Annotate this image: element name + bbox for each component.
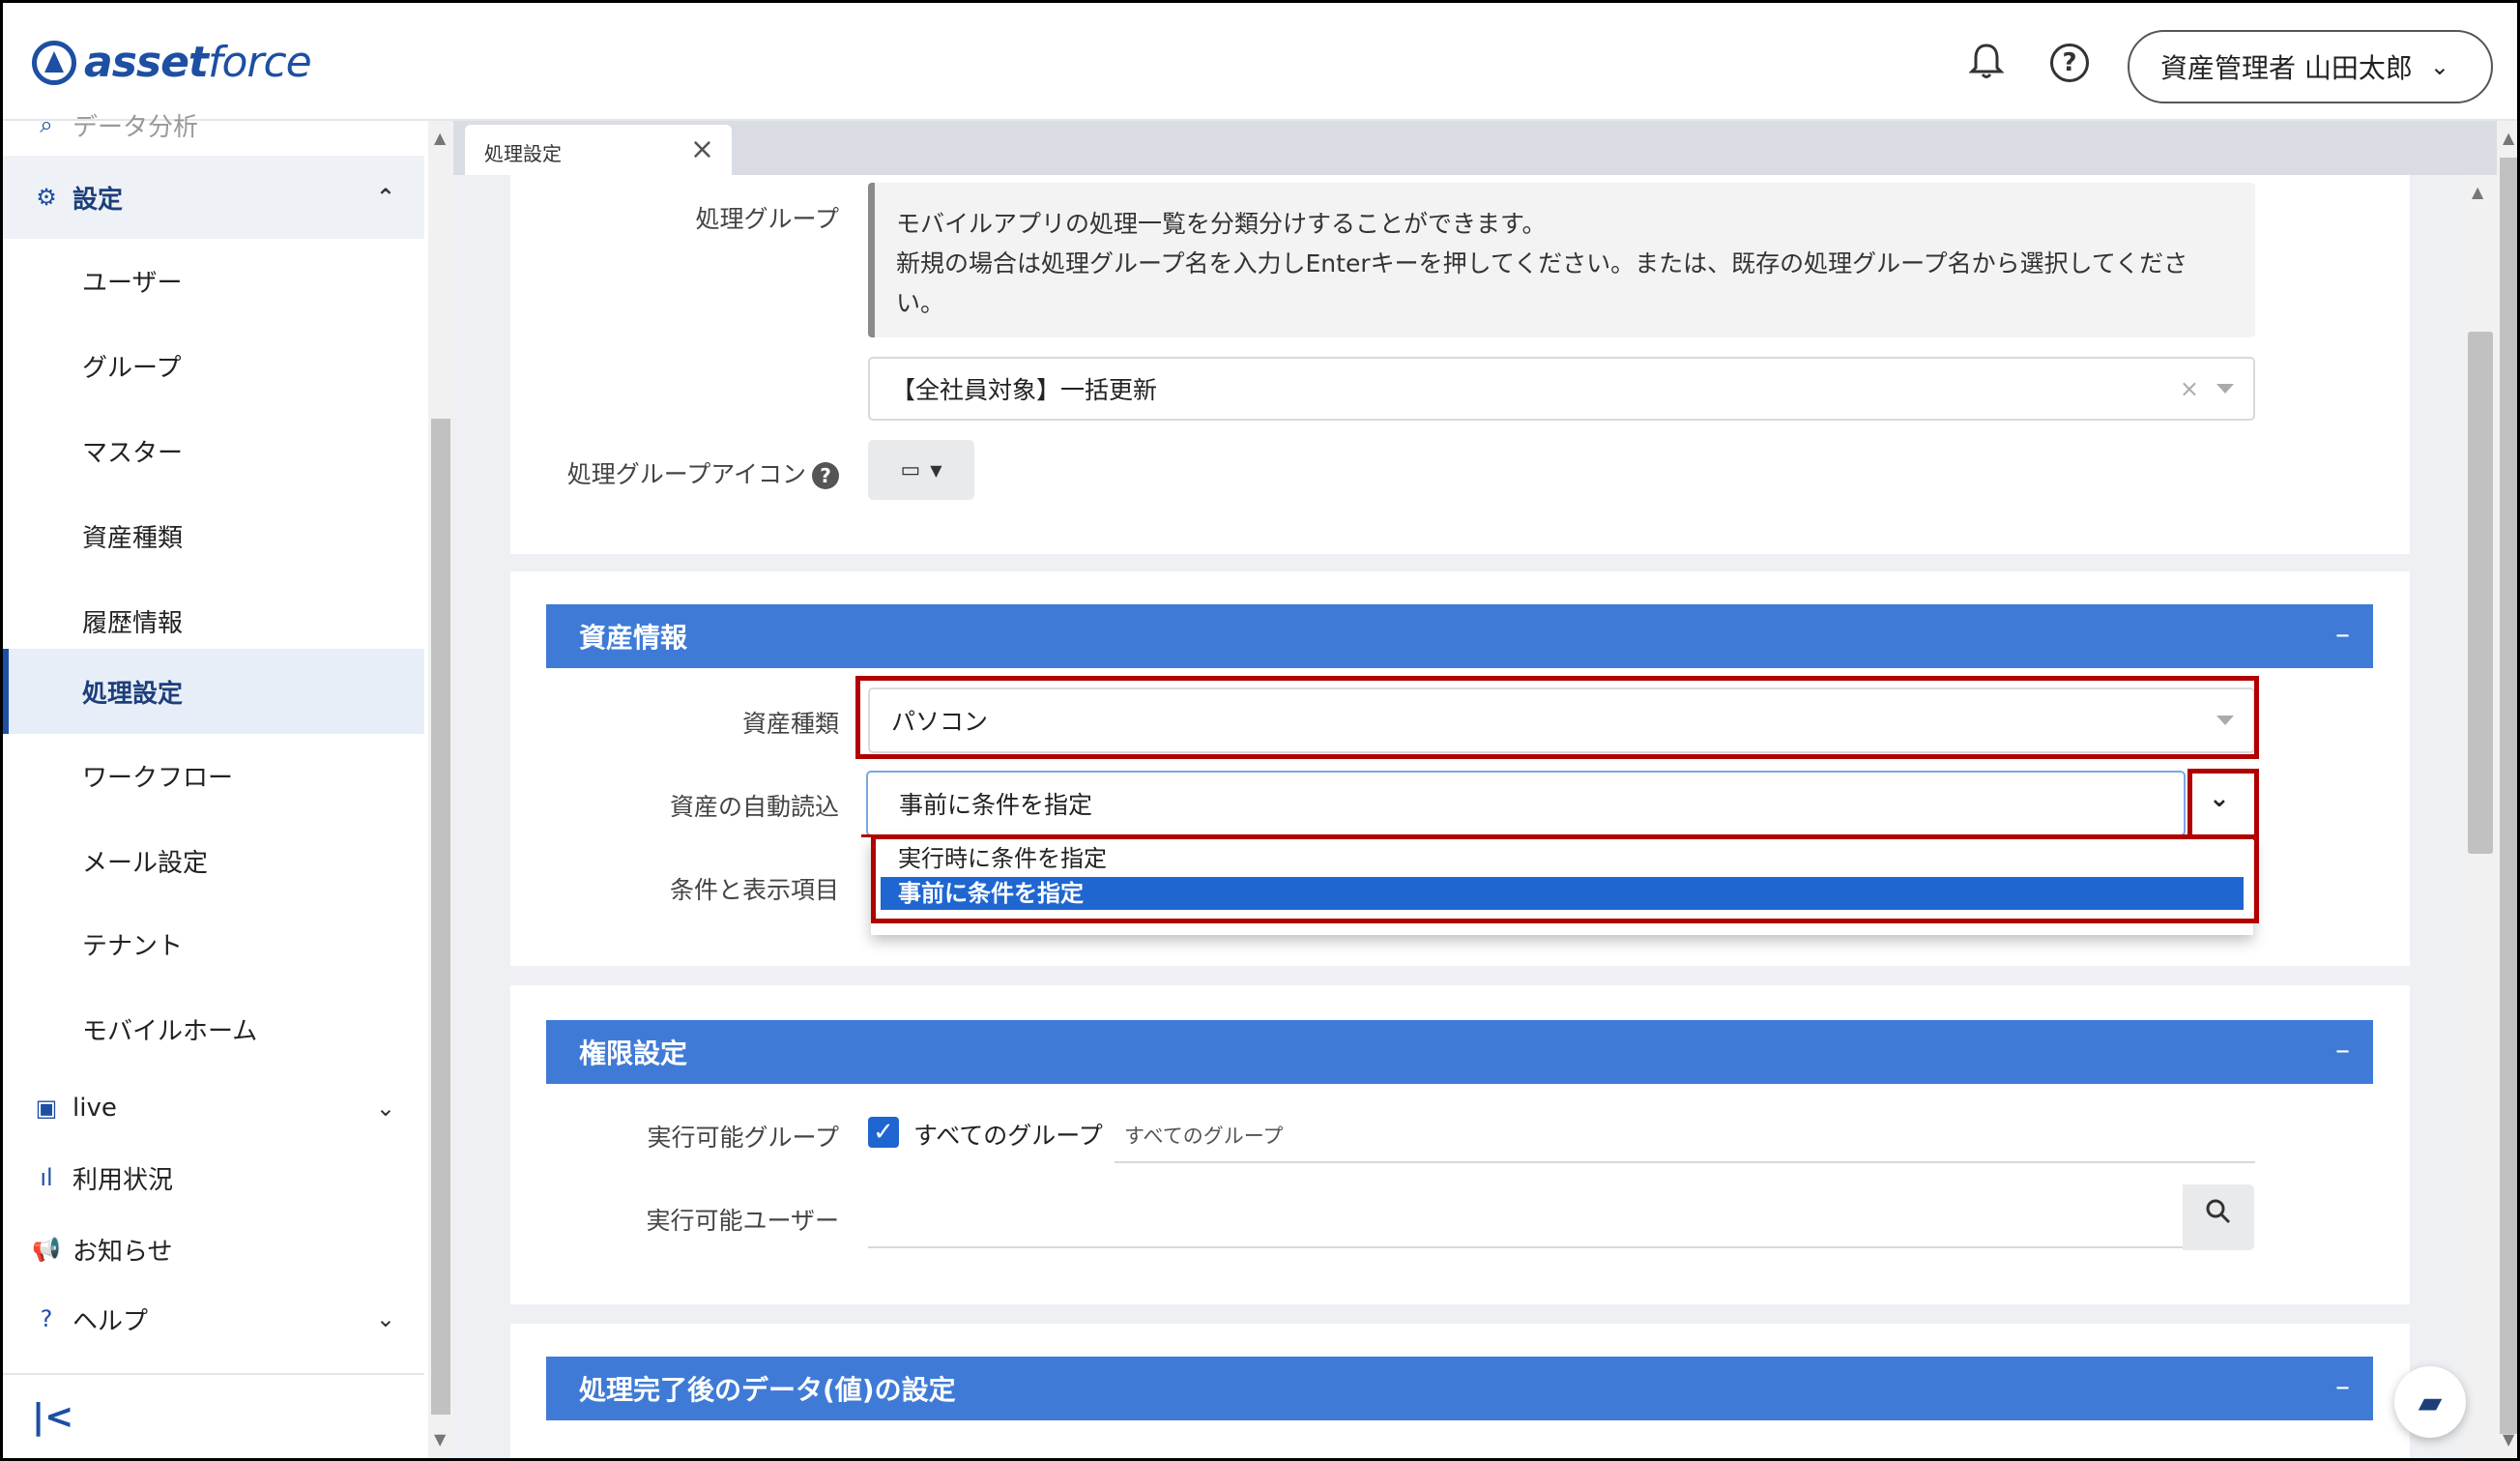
monitor-icon: ▭ (900, 457, 921, 482)
user-search-button[interactable] (2183, 1184, 2254, 1250)
after-processing-header[interactable]: 処理完了後のデータ(値)の設定 – (546, 1357, 2373, 1420)
clear-icon[interactable]: × (2180, 375, 2199, 402)
group-select[interactable]: 【全社員対象】一括更新 × (868, 357, 2255, 421)
top-header: assetforce ? 資産管理者 山田太郎 ⌄ (3, 3, 2517, 121)
user-field-underline[interactable] (868, 1246, 2183, 1248)
group-icon-label: 処理グループアイコン? (525, 455, 839, 490)
conditions-label: 条件と表示項目 (669, 876, 839, 904)
chevron-up-icon: ⌃ (375, 184, 395, 211)
sidebar-scroll-thumb[interactable] (431, 419, 450, 1415)
group-label: 処理グループ (695, 205, 839, 233)
exec-user-label: 実行可能ユーザー (646, 1207, 839, 1235)
chat-bubble-icon: ▰ (2418, 1384, 2443, 1420)
exec-group-label: 実行可能グループ (647, 1124, 839, 1152)
group-info-box: モバイルアプリの処理一覧を分類分けすることができます。 新規の場合は処理グループ… (868, 183, 2255, 337)
sidebar: ⌕ データ分析 ⚙ 設定 ⌃ ユーザー グループ マスター 資産種類 履歴情報 … (3, 111, 428, 1458)
asset-info-header[interactable]: 資産情報 – (546, 604, 2373, 668)
group-field-underline (1115, 1161, 2255, 1163)
sidebar-item-notices[interactable]: 📢 お知らせ (3, 1215, 424, 1283)
group-icon-picker[interactable]: ▭ ▼ (868, 440, 974, 500)
logo-text: assetforce (84, 38, 312, 87)
highlight-options (871, 834, 2259, 923)
search-chart-icon: ⌕ (40, 111, 53, 138)
auto-read-label: 資産の自動読込 (669, 793, 839, 821)
sidebar-item-workflow[interactable]: ワークフロー (3, 734, 424, 817)
scroll-up-arrow-icon[interactable]: ▲ (434, 129, 446, 147)
all-groups-check-label: すべてのグループ (913, 1122, 1103, 1150)
chevron-down-icon: ⌄ (375, 1305, 395, 1332)
scroll-up-arrow-icon[interactable]: ▲ (2472, 183, 2483, 201)
highlight-asset-type (855, 676, 2259, 759)
sidebar-divider (3, 1373, 424, 1375)
close-tab-icon[interactable]: × (690, 132, 714, 166)
bar-chart-icon: ıl (40, 1164, 53, 1191)
sidebar-item-data-analysis[interactable]: ⌕ データ分析 (3, 107, 424, 142)
sidebar-item-asset-types[interactable]: 資産種類 (3, 494, 424, 577)
bell-icon[interactable] (1965, 42, 2008, 84)
search-icon (2206, 1199, 2231, 1224)
all-groups-tag: すべてのグループ (1124, 1125, 1284, 1148)
megaphone-icon: 📢 (32, 1236, 61, 1263)
sidebar-item-settings[interactable]: ⚙ 設定 ⌃ (3, 156, 424, 239)
chevron-down-icon: ⌄ (375, 1095, 395, 1122)
gear-icon: ⚙ (36, 184, 57, 211)
user-name: 資産管理者 山田太郎 (2160, 52, 2413, 84)
sidebar-item-process-settings[interactable]: 処理設定 (3, 649, 424, 734)
question-circle-icon[interactable]: ? (812, 462, 839, 489)
sidebar-item-live[interactable]: ▣ live ⌄ (3, 1074, 424, 1142)
collapse-icon[interactable]: – (2335, 618, 2350, 652)
caret-down-icon (2216, 384, 2234, 394)
chevron-down-icon[interactable]: ⌄ (2209, 784, 2230, 813)
tab-process-settings[interactable]: 処理設定 × (465, 125, 732, 179)
assetforce-logo[interactable]: assetforce (32, 38, 312, 87)
permissions-header[interactable]: 権限設定 – (546, 1020, 2373, 1084)
collapse-icon[interactable]: – (2335, 1370, 2350, 1404)
help-circle-icon[interactable]: ? (2050, 44, 2089, 82)
auto-read-select[interactable]: 事前に条件を指定 (866, 771, 2186, 836)
asset-type-label: 資産種類 (741, 710, 839, 738)
sidebar-item-mobile-home[interactable]: モバイルホーム (3, 987, 424, 1070)
collapse-icon[interactable]: – (2335, 1034, 2350, 1067)
app-window: assetforce ? 資産管理者 山田太郎 ⌄ ⌕ データ分析 ⚙ 設定 ⌃… (0, 0, 2520, 1461)
collapse-sidebar-icon[interactable]: |< (32, 1397, 73, 1437)
tab-strip (453, 121, 2497, 175)
scroll-down-arrow-icon[interactable]: ▼ (434, 1430, 446, 1448)
sidebar-item-groups[interactable]: グループ (3, 324, 424, 407)
user-menu-button[interactable]: 資産管理者 山田太郎 ⌄ (2128, 30, 2493, 103)
caret-down-icon: ▼ (930, 460, 942, 480)
sidebar-item-usage[interactable]: ıl 利用状況 (3, 1144, 424, 1212)
sidebar-item-tenant[interactable]: テナント (3, 902, 424, 985)
help-icon: ? (40, 1305, 53, 1332)
chat-support-button[interactable]: ▰ (2394, 1366, 2466, 1438)
scroll-down-arrow-icon[interactable]: ▼ (2503, 1430, 2514, 1448)
all-groups-checkbox[interactable]: ✓ (868, 1117, 899, 1148)
content-scroll-thumb[interactable] (2468, 332, 2493, 854)
sidebar-item-users[interactable]: ユーザー (3, 239, 424, 322)
chat-icon: ▣ (35, 1095, 58, 1122)
logo-mark-icon (32, 40, 76, 85)
sidebar-item-mail-settings[interactable]: メール設定 (3, 819, 424, 902)
chevron-down-icon: ⌄ (2429, 53, 2450, 80)
sidebar-item-help[interactable]: ? ヘルプ ⌄ (3, 1285, 424, 1353)
window-scroll-thumb[interactable] (2500, 158, 2517, 1434)
sidebar-item-master[interactable]: マスター (3, 409, 424, 492)
scroll-up-arrow-icon[interactable]: ▲ (2503, 129, 2514, 147)
